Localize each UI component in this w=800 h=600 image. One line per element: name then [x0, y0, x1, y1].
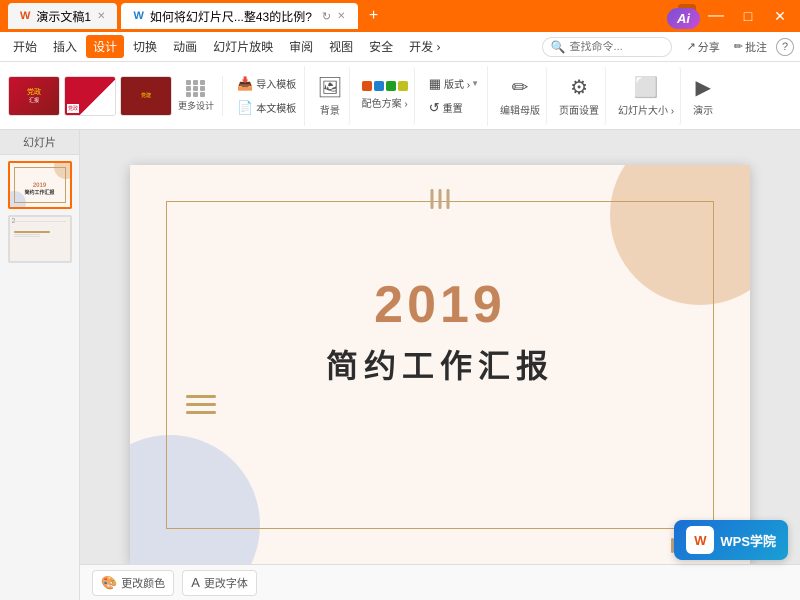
search-input[interactable]: [570, 41, 663, 53]
share-icon: ↗: [687, 40, 696, 53]
menu-view[interactable]: 视图: [322, 35, 360, 58]
tab-help-icon: W: [133, 10, 143, 22]
play-button[interactable]: ▶ 演示: [687, 66, 719, 126]
comment-icon: ✏: [734, 40, 743, 53]
color-scheme-button[interactable]: 配色方案 ›: [356, 66, 415, 126]
deco-stripes-left: [186, 395, 216, 414]
tab2-refresh[interactable]: ↻: [322, 10, 331, 23]
tab1-label: 演示文稿1: [36, 8, 91, 25]
maximize-button[interactable]: □: [736, 4, 760, 28]
wps-logo: W: [686, 526, 714, 554]
tab1-close[interactable]: ✕: [97, 11, 105, 22]
reset-icon: ↺: [429, 100, 440, 116]
format-button[interactable]: ▦ 版式 › ▼: [425, 74, 483, 94]
menu-slideshow[interactable]: 幻灯片放映: [206, 35, 280, 58]
tab-help[interactable]: W 如何将幻灯片尺...整43的比例? ↻ ✕: [121, 3, 357, 29]
template-actions-group: 📥 导入模板 📄 本文模板: [229, 66, 305, 126]
wps-academy-badge[interactable]: W WPS学院: [674, 520, 788, 560]
tab-presentation[interactable]: W 演示文稿1 ✕: [8, 3, 117, 29]
edit-master-icon: ✏: [512, 75, 529, 100]
share-button[interactable]: ↗ 分享: [682, 37, 725, 57]
template-group: 党政 汇报 党政 党建 更多设计: [8, 76, 223, 116]
ai-badge[interactable]: Ai: [667, 8, 700, 29]
grid-icon: [186, 80, 206, 97]
play-icon: ▶: [695, 75, 710, 100]
background-icon: 🖼: [317, 75, 342, 100]
template-thumb-2[interactable]: 党政: [64, 76, 116, 116]
title-bar-right: 2 Ai — □ ✕: [678, 4, 792, 28]
menu-animation[interactable]: 动画: [166, 35, 204, 58]
toolbar: 党政 汇报 党政 党建 更多设计 📥 导入模板: [0, 62, 800, 130]
menu-review[interactable]: 审阅: [282, 35, 320, 58]
import-icon: 📥: [237, 76, 253, 92]
tab2-label: 如何将幻灯片尺...整43的比例?: [150, 8, 312, 25]
tpl1-preview: 党政 汇报: [27, 87, 41, 104]
slide-size-button[interactable]: ⬜ 幻灯片大小 ›: [612, 66, 681, 126]
slide-canvas[interactable]: 2019 简约工作汇报: [130, 165, 750, 565]
format-group: ▦ 版式 › ▼ ↺ 重置: [421, 66, 488, 126]
reset-button[interactable]: ↺ 重置: [425, 98, 483, 118]
deco-circle-warm: [610, 165, 750, 305]
menu-dev[interactable]: 开发 ›: [402, 35, 447, 58]
tab2-close[interactable]: ✕: [337, 11, 345, 22]
deco-circle-cool: [130, 435, 260, 565]
font-icon: A: [191, 575, 200, 590]
format-icon: ▦: [429, 76, 441, 92]
slide-panel-header: 幻灯片: [0, 130, 79, 155]
import-template-button[interactable]: 📥 导入模板: [233, 74, 300, 94]
more-design-button[interactable]: 更多设计: [176, 78, 216, 114]
menu-transition[interactable]: 切换: [126, 35, 164, 58]
template-thumb-3[interactable]: 党建: [120, 76, 172, 116]
menu-start[interactable]: 开始: [6, 35, 44, 58]
search-icon: 🔍: [551, 40, 566, 54]
slide-title: 简约工作汇报: [326, 341, 554, 387]
slide-thumb-1[interactable]: 1 2019 简约工作汇报: [8, 161, 72, 209]
page-setup-button[interactable]: ⚙ 页面设置: [553, 66, 606, 126]
change-font-button[interactable]: A 更改字体: [182, 570, 257, 596]
menu-insert[interactable]: 插入: [46, 35, 84, 58]
menu-actions: ↗ 分享 ✏ 批注 ?: [682, 37, 794, 57]
help-button[interactable]: ?: [776, 38, 794, 56]
slide-panel: 幻灯片 1 2019 简约工作汇报 2: [0, 130, 80, 600]
page-setup-icon: ⚙: [570, 75, 588, 100]
tab-wps-icon: W: [20, 10, 30, 22]
text-template-icon: 📄: [237, 100, 253, 116]
menu-design[interactable]: 设计: [86, 35, 124, 58]
color-icon: 🎨: [101, 575, 117, 591]
text-template-button[interactable]: 📄 本文模板: [233, 98, 300, 118]
edit-master-button[interactable]: ✏ 编辑母版: [494, 66, 547, 126]
bottom-bar: 🎨 更改颜色 A 更改字体: [80, 564, 800, 600]
background-button[interactable]: 🖼 背景: [311, 66, 349, 126]
slide-size-icon: ⬜: [634, 75, 659, 100]
change-color-button[interactable]: 🎨 更改颜色: [92, 570, 174, 596]
deco-lines-top: [431, 189, 450, 209]
search-box[interactable]: 🔍: [542, 37, 672, 57]
title-bar: W 演示文稿1 ✕ W 如何将幻灯片尺...整43的比例? ↻ ✕ + 2 Ai…: [0, 0, 800, 32]
new-tab-button[interactable]: +: [362, 4, 386, 28]
comment-button[interactable]: ✏ 批注: [729, 37, 772, 57]
color-swatches: [362, 81, 408, 91]
slide-year: 2019: [374, 275, 506, 335]
menu-security[interactable]: 安全: [362, 35, 400, 58]
close-button[interactable]: ✕: [768, 4, 792, 28]
menu-bar: 开始 插入 设计 切换 动画 幻灯片放映 审阅 视图 安全 开发 › 🔍 ↗ 分…: [0, 32, 800, 62]
slide-thumb-2[interactable]: 2: [8, 215, 72, 263]
template-thumb-1[interactable]: 党政 汇报: [8, 76, 60, 116]
minimize-button[interactable]: —: [704, 4, 728, 28]
